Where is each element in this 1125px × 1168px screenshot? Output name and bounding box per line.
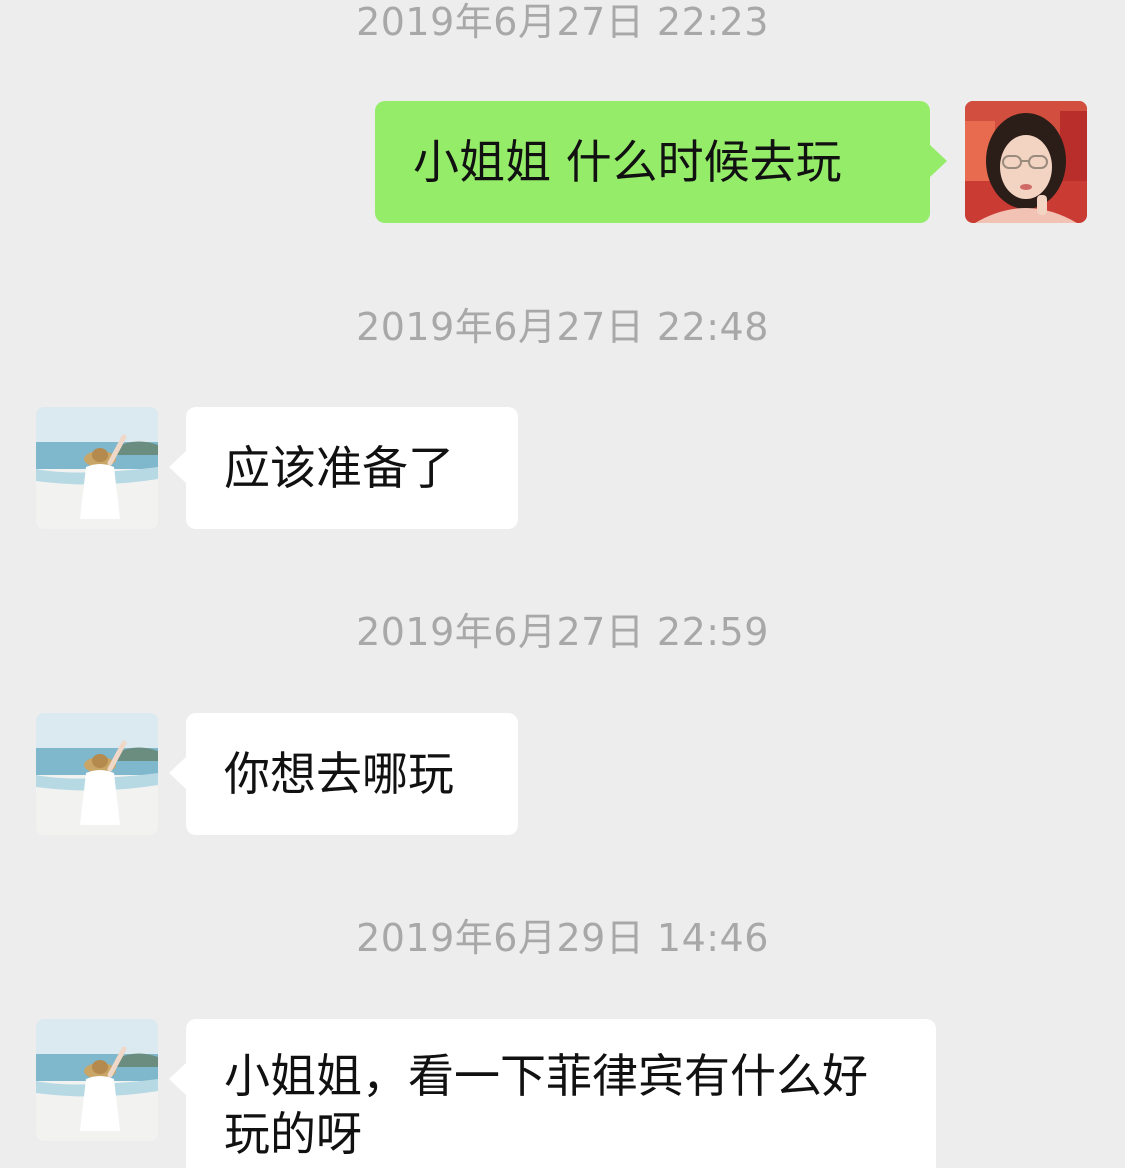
beach-avatar-icon[interactable] [36, 1019, 158, 1141]
self-portrait-avatar-icon[interactable] [965, 101, 1087, 223]
bubble-tail [169, 451, 186, 483]
bubble-tail [169, 1063, 186, 1095]
bubble-tail [930, 145, 947, 177]
received-message-bubble[interactable]: 你想去哪玩 [169, 713, 518, 835]
message-text: 小姐姐 什么时候去玩 [413, 135, 842, 189]
sent-message-bubble[interactable]: 小姐姐 什么时候去玩 [375, 101, 947, 223]
beach-avatar-icon[interactable] [36, 407, 158, 529]
beach-avatar-icon[interactable] [36, 713, 158, 835]
message-timestamp: 2019年6月27日 22:59 [356, 610, 769, 654]
message-timestamp: 2019年6月27日 22:48 [356, 305, 769, 349]
message-text: 你想去哪玩 [224, 747, 454, 801]
received-message-bubble[interactable]: 应该准备了 [169, 407, 518, 529]
message-text: 小姐姐，看一下菲律宾有什么好玩的呀 [224, 1049, 868, 1161]
message-timestamp: 2019年6月29日 14:46 [356, 916, 769, 960]
bubble-tail [169, 757, 186, 789]
received-message-bubble[interactable]: 小姐姐，看一下菲律宾有什么好玩的呀 [169, 1019, 936, 1168]
message-timestamp: 2019年6月27日 22:23 [356, 0, 769, 44]
message-text: 应该准备了 [224, 441, 454, 495]
